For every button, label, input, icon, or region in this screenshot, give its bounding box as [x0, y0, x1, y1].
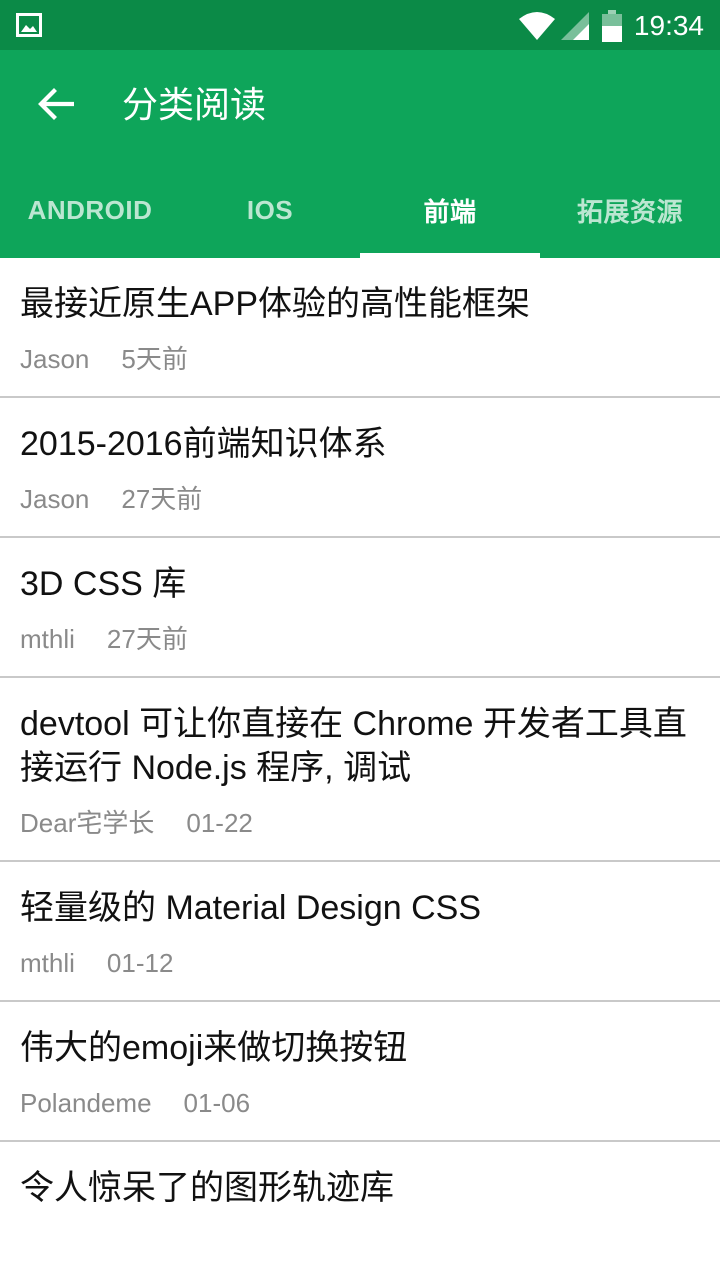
- status-bar: 19:34: [0, 0, 720, 50]
- tab-frontend[interactable]: 前端: [360, 162, 540, 258]
- article-title: 2015-2016前端知识体系: [20, 425, 387, 463]
- article-meta: Dear宅学长 01-22: [20, 806, 700, 840]
- article-author: Polandeme: [20, 1088, 152, 1118]
- category-tabs: ANDROID IOS 前端 拓展资源: [0, 162, 720, 258]
- image-icon: [16, 13, 46, 37]
- list-item[interactable]: devtool 可让你直接在 Chrome 开发者工具直接运行 Node.js …: [0, 678, 720, 862]
- article-meta: mthli 27天前: [20, 622, 700, 656]
- article-meta: mthli 01-12: [20, 946, 700, 980]
- article-title: 轻量级的 Material Design CSS: [20, 889, 482, 927]
- tab-label: 前端: [423, 196, 477, 227]
- article-meta: Polandeme 01-06: [20, 1086, 700, 1120]
- article-title: 伟大的emoji来做切换按钮: [20, 1029, 408, 1067]
- tab-ios[interactable]: IOS: [180, 162, 360, 258]
- article-time: 27天前: [121, 484, 203, 514]
- app-bar: 分类阅读 ANDROID IOS 前端 拓展资源: [0, 50, 720, 258]
- article-list: 最接近原生APP体验的高性能框架 Jason 5天前 2015-2016前端知识…: [0, 258, 720, 1230]
- article-time: 01-22: [186, 808, 253, 838]
- article-title: 3D CSS 库: [20, 565, 187, 603]
- article-author: Dear宅学长: [20, 808, 155, 838]
- arrow-left-icon: [38, 86, 75, 126]
- article-author: mthli: [20, 624, 75, 654]
- list-item[interactable]: 3D CSS 库 mthli 27天前: [0, 538, 720, 678]
- tab-android[interactable]: ANDROID: [0, 162, 180, 258]
- article-title: 令人惊呆了的图形轨迹库: [20, 1169, 394, 1207]
- tab-label: ANDROID: [27, 194, 153, 225]
- list-item[interactable]: 2015-2016前端知识体系 Jason 27天前: [0, 398, 720, 538]
- battery-icon: [601, 10, 622, 42]
- back-button[interactable]: [24, 74, 88, 138]
- article-time: 01-12: [106, 948, 174, 978]
- article-author: mthli: [20, 948, 75, 978]
- list-item[interactable]: 令人惊呆了的图形轨迹库: [0, 1142, 720, 1230]
- list-item[interactable]: 伟大的emoji来做切换按钮 Polandeme 01-06: [0, 1002, 720, 1142]
- article-title: 最接近原生APP体验的高性能框架: [20, 285, 531, 323]
- status-time: 19:34: [633, 10, 704, 41]
- page-title: 分类阅读: [122, 85, 267, 126]
- article-time: 5天前: [121, 344, 188, 374]
- article-time: 01-06: [183, 1088, 251, 1118]
- tab-label: 拓展资源: [576, 196, 683, 227]
- article-title: devtool 可让你直接在 Chrome 开发者工具直接运行 Node.js …: [20, 705, 687, 787]
- status-icons: 19:34: [518, 8, 704, 44]
- article-author: Jason: [20, 344, 90, 374]
- signal-icon: [560, 11, 590, 41]
- list-item[interactable]: 轻量级的 Material Design CSS mthli 01-12: [0, 862, 720, 1002]
- tab-resources[interactable]: 拓展资源: [540, 162, 720, 258]
- article-meta: Jason 27天前: [20, 482, 700, 516]
- wifi-icon: [518, 11, 556, 41]
- article-author: Jason: [20, 484, 90, 514]
- article-meta: Jason 5天前: [20, 342, 700, 376]
- article-time: 27天前: [106, 624, 188, 654]
- tab-label: IOS: [246, 194, 294, 225]
- list-item[interactable]: 最接近原生APP体验的高性能框架 Jason 5天前: [0, 258, 720, 398]
